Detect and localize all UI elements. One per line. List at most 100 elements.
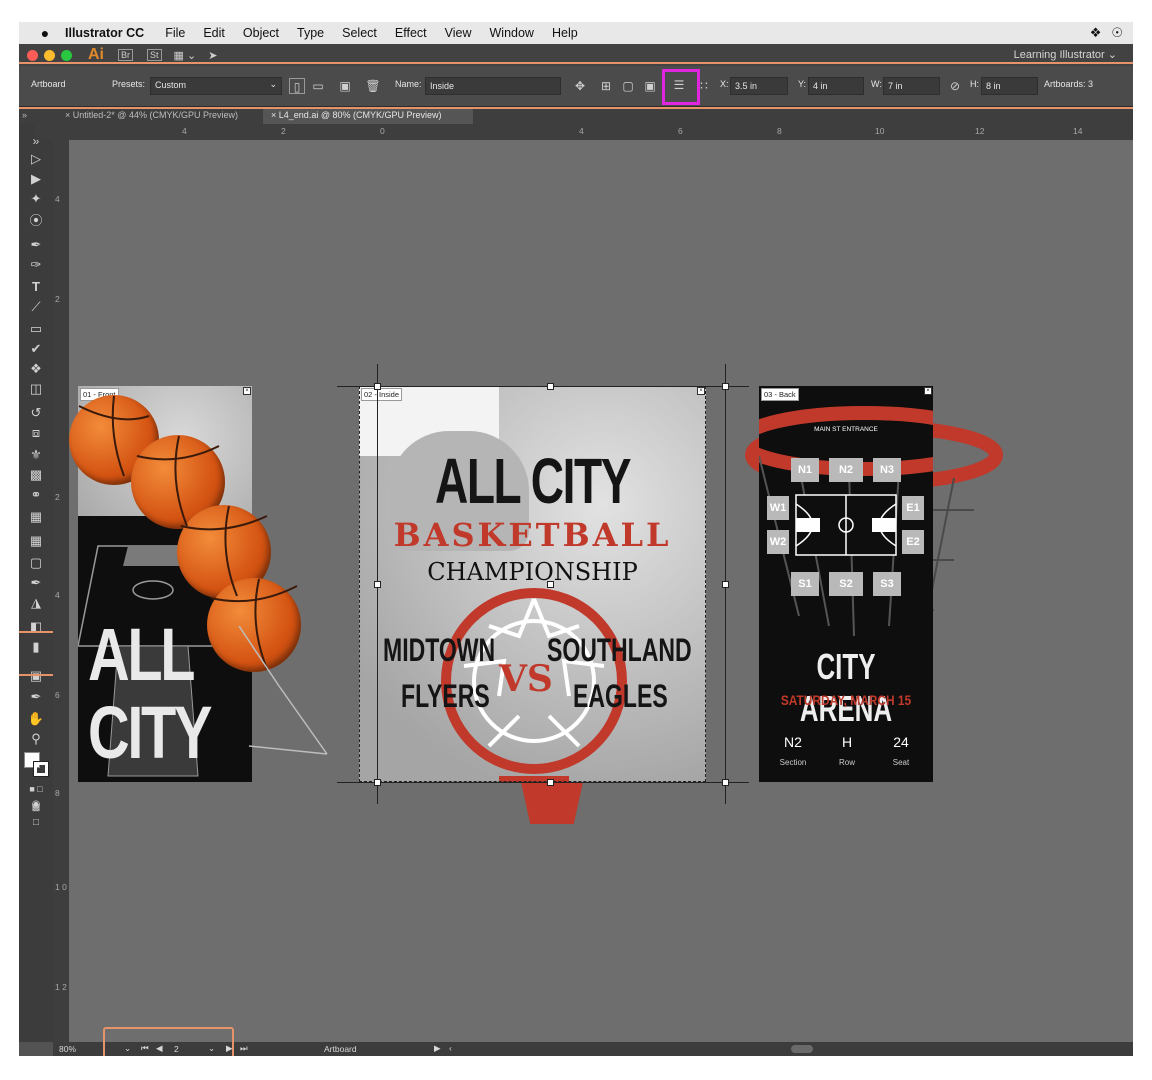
ruler-tick: 14	[1073, 126, 1083, 136]
resize-handle[interactable]	[722, 779, 729, 786]
menu-file[interactable]: File	[165, 26, 185, 40]
menu-window[interactable]: Window	[490, 26, 534, 40]
draw-mode-icon[interactable]: ◉	[27, 796, 45, 814]
zoom-level[interactable]: 80%	[59, 1044, 76, 1054]
minimize-window-button[interactable]	[44, 49, 55, 61]
type-tool-icon[interactable]: T	[27, 278, 45, 296]
perspective-grid-tool-icon[interactable]: ▦	[27, 508, 45, 526]
section-s1: S1	[791, 572, 819, 596]
guide-line	[337, 782, 749, 783]
artboard-navigation-highlight	[103, 1027, 234, 1056]
tab-untitled-2[interactable]: × Untitled-2* @ 44% (CMYK/GPU Preview)	[57, 107, 261, 124]
slice-tool-icon[interactable]: ✒	[27, 688, 45, 706]
line-segment-tool-icon[interactable]: ⟋	[27, 298, 45, 316]
selection-bounding-box	[359, 386, 706, 782]
artboard-back[interactable]: MAIN ST ENTRANCE N1 N2 N3 W1 W2 E1 E2 S1…	[759, 386, 933, 782]
resize-handle[interactable]	[374, 779, 381, 786]
apple-menu-icon[interactable]: ●	[33, 25, 57, 41]
menu-effect[interactable]: Effect	[395, 26, 427, 40]
menu-object[interactable]: Object	[243, 26, 279, 40]
magic-wand-tool-icon[interactable]: ✦	[27, 190, 45, 208]
menu-view[interactable]: View	[445, 26, 472, 40]
panel-collapse-icon[interactable]: »	[22, 107, 27, 124]
close-window-button[interactable]	[27, 49, 38, 61]
menu-edit[interactable]: Edit	[203, 26, 225, 40]
menu-bar: ● Illustrator CC File Edit Object Type S…	[19, 22, 1133, 44]
tools-panel: » ▷ ▶ ✦ ⦿ ✒ ✑ T ⟋ ▭ ✔ ❖ ◫ ↺ ⧈ ⚜ ▩ ⚭ ▦ ▦ …	[19, 124, 53, 1042]
menu-select[interactable]: Select	[342, 26, 377, 40]
section-s2: S2	[829, 572, 863, 596]
resize-handle[interactable]	[722, 581, 729, 588]
tab-label: L4_end.ai @ 80% (CMYK/GPU Preview)	[278, 110, 442, 120]
artboard-label[interactable]: 03 - Back	[761, 388, 799, 401]
resize-handle[interactable]	[547, 779, 554, 786]
hand-tool-icon[interactable]: ✋	[27, 710, 45, 728]
gradient-tool-icon[interactable]: ▢	[27, 554, 45, 572]
mesh-tool-icon[interactable]: ▦	[27, 532, 45, 550]
lasso-tool-icon[interactable]: ⦿	[27, 212, 45, 230]
resize-handle[interactable]	[374, 383, 381, 390]
ruler-tick: 1 0	[55, 882, 67, 892]
eraser-tool-icon[interactable]: ◫	[27, 380, 45, 398]
bridge-button[interactable]: Br	[118, 49, 133, 61]
arrange-documents-icon[interactable]: ▦ ⌄	[174, 49, 197, 62]
zoom-window-button[interactable]	[61, 49, 72, 61]
hoop-bracket-graphic	[521, 782, 583, 824]
scale-tool-icon[interactable]: ⧈	[27, 424, 45, 442]
horizontal-scrollbar-thumb[interactable]	[791, 1045, 813, 1053]
shape-builder-tool-icon[interactable]: ⚭	[27, 486, 45, 504]
horizontal-ruler: 4 2 0 4 6 8 10 12 14	[35, 124, 1133, 140]
dropbox-icon[interactable]: ❖	[1090, 25, 1102, 41]
stroke-swatch[interactable]	[33, 761, 49, 777]
last-artboard-icon[interactable]: ⏭	[240, 1043, 248, 1054]
ruler-tick: 4	[579, 126, 584, 136]
app-name-menu[interactable]: Illustrator CC	[65, 26, 144, 40]
resize-handle[interactable]	[374, 581, 381, 588]
screen-mode-icon[interactable]: □	[27, 814, 45, 832]
workspace-switcher[interactable]: Learning Illustrator ⌄	[1014, 48, 1117, 61]
resize-handle[interactable]	[722, 383, 729, 390]
ruler-tick: 10	[875, 126, 885, 136]
artboard-delete-icon[interactable]: ×	[924, 387, 932, 395]
shaper-tool-icon[interactable]: ❖	[27, 360, 45, 378]
entrance-label: MAIN ST ENTRANCE	[814, 426, 878, 433]
resize-handle[interactable]	[547, 581, 554, 588]
ruler-tick: 4	[55, 194, 60, 204]
paintbrush-tool-icon[interactable]: ✔	[27, 340, 45, 358]
width-tool-icon[interactable]: ⚜	[27, 446, 45, 464]
menu-help[interactable]: Help	[552, 26, 578, 40]
section-w1: W1	[767, 496, 789, 520]
rectangle-tool-icon[interactable]: ▭	[27, 320, 45, 338]
section-e2: E2	[902, 530, 924, 554]
artboard-label[interactable]: 02 - Inside	[361, 388, 403, 401]
rotate-tool-icon[interactable]: ↺	[27, 404, 45, 422]
artboard-delete-icon[interactable]: ×	[697, 387, 705, 395]
stock-button[interactable]: St	[147, 49, 162, 61]
section-n1: N1	[791, 458, 819, 482]
pen-tool-icon[interactable]: ✒	[27, 236, 45, 254]
status-menu-icon[interactable]: ▶	[434, 1043, 441, 1054]
menu-type[interactable]: Type	[297, 26, 324, 40]
tab-l4-end[interactable]: × L4_end.ai @ 80% (CMYK/GPU Preview)	[263, 107, 473, 124]
ruler-tick: 8	[777, 126, 782, 136]
close-icon[interactable]: ×	[271, 110, 276, 120]
ruler-tick: 0	[380, 126, 385, 136]
selection-tool-icon[interactable]: ▷	[27, 150, 45, 168]
resize-handle[interactable]	[547, 383, 554, 390]
ticket-section-label: Section	[779, 758, 807, 767]
canvas[interactable]: ALL CITY 01 - Front × ALL CITY BASKETBAL…	[69, 140, 1133, 1042]
close-icon[interactable]: ×	[65, 110, 70, 120]
curvature-tool-icon[interactable]: ✑	[27, 256, 45, 274]
free-transform-tool-icon[interactable]: ▩	[27, 466, 45, 484]
ruler-tick: 4	[182, 126, 187, 136]
zoom-tool-icon[interactable]: ⚲	[27, 730, 45, 748]
scroll-left-icon[interactable]: ‹	[449, 1043, 452, 1053]
gpu-performance-icon[interactable]: ➤	[208, 49, 217, 62]
eyedropper-tool-icon[interactable]: ✒	[27, 574, 45, 592]
ticket-seat-label: Seat	[892, 758, 910, 767]
ruler-tick: 8	[55, 788, 60, 798]
artboard-inside[interactable]: ALL CITY BASKETBALL CHAMPIONSHIP MIDTOWN…	[359, 386, 706, 782]
blend-tool-icon[interactable]: ◮	[27, 594, 45, 612]
creative-cloud-icon[interactable]: ☉	[1111, 25, 1123, 41]
direct-selection-tool-icon[interactable]: ▶	[27, 170, 45, 188]
